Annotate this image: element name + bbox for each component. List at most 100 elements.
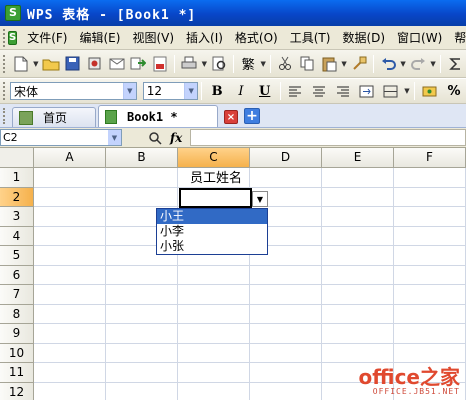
column-header-a[interactable]: A <box>34 148 106 168</box>
font-name-value: 宋体 <box>13 84 38 99</box>
formula-input[interactable] <box>190 129 466 146</box>
row-header-5[interactable]: 5 <box>0 246 34 266</box>
chevron-down-icon[interactable]: ▼ <box>32 53 40 75</box>
gridline-horizontal <box>34 264 466 266</box>
print-icon[interactable] <box>179 53 199 75</box>
name-box[interactable]: C2 ▼ <box>0 129 122 146</box>
grip-icon <box>3 54 7 73</box>
export-icon[interactable] <box>128 53 148 75</box>
sum-icon[interactable] <box>445 53 465 75</box>
menu-format[interactable]: 格式(O) <box>229 28 284 48</box>
app-menu-icon[interactable]: S <box>8 30 18 45</box>
search-icon[interactable] <box>148 131 162 145</box>
pdf-icon[interactable] <box>150 53 170 75</box>
traditional-chinese-button[interactable]: 繁 <box>238 53 258 75</box>
row-header-4[interactable]: 4 <box>0 226 34 246</box>
redo-icon[interactable] <box>408 53 428 75</box>
row-header-1[interactable]: 1 <box>0 168 34 188</box>
chevron-down-icon[interactable]: ▼ <box>184 83 198 99</box>
currency-icon[interactable] <box>419 81 441 101</box>
underline-button[interactable]: U <box>254 81 276 101</box>
dropdown-arrow-button[interactable]: ▼ <box>252 191 268 207</box>
chevron-down-icon[interactable]: ▼ <box>399 53 407 75</box>
save-icon[interactable] <box>63 53 83 75</box>
separator <box>373 54 375 73</box>
tab-home[interactable]: 首页 <box>12 107 96 127</box>
merge-center-icon[interactable] <box>356 81 378 101</box>
wps-logo-icon: S <box>5 5 21 21</box>
column-header-f[interactable]: F <box>394 148 466 168</box>
menu-edit[interactable]: 编辑(E) <box>73 28 126 48</box>
watermark-logo: office之家 <box>358 365 460 389</box>
chevron-down-icon: ▼ <box>256 194 264 204</box>
dropdown-option[interactable]: 小李 <box>157 224 267 239</box>
gridline-horizontal <box>34 323 466 324</box>
menu-bar: S 文件(F) 编辑(E) 视图(V) 插入(I) 格式(O) 工具(T) 数据… <box>0 26 466 50</box>
menu-data[interactable]: 数据(D) <box>336 28 391 48</box>
chevron-down-icon[interactable]: ▼ <box>259 53 267 75</box>
column-header-b[interactable]: B <box>106 148 178 168</box>
cell-c1[interactable]: 员工姓名 <box>180 169 252 189</box>
bold-button[interactable]: B <box>206 81 228 101</box>
format-painter-icon[interactable] <box>349 53 369 75</box>
row-header-6[interactable]: 6 <box>0 265 34 285</box>
chevron-down-icon[interactable]: ▼ <box>429 53 437 75</box>
row-header-12[interactable]: 12 <box>0 382 34 400</box>
mail-icon[interactable] <box>107 53 127 75</box>
row-header-10[interactable]: 10 <box>0 343 34 363</box>
document-tab-bar: 首页 Book1 * × + <box>0 104 466 128</box>
align-center-icon[interactable] <box>308 81 330 101</box>
column-header-e[interactable]: E <box>322 148 394 168</box>
dropdown-option[interactable]: 小王 <box>157 209 267 224</box>
site-watermark: office之家 OFFICE.JB51.NET <box>359 367 460 396</box>
insert-function-button[interactable]: fx <box>170 131 182 145</box>
standard-toolbar: ▼ ▼ 繁 ▼ ▼ ▼ ▼ <box>0 50 466 78</box>
menu-insert[interactable]: 插入(I) <box>180 28 229 48</box>
undo-icon[interactable] <box>378 53 398 75</box>
column-header-c[interactable]: C <box>178 148 250 168</box>
separator <box>414 82 416 100</box>
font-size-select[interactable]: 12 ▼ <box>142 82 199 100</box>
row-header-2[interactable]: 2 <box>0 187 34 207</box>
dropdown-option[interactable]: 小张 <box>157 239 267 254</box>
align-left-icon[interactable] <box>285 81 307 101</box>
print-preview-icon[interactable] <box>209 53 229 75</box>
separator <box>279 82 281 100</box>
title-bar: S WPS 表格 - [Book1 *] <box>0 0 466 26</box>
row-header-11[interactable]: 11 <box>0 363 34 383</box>
close-tab-icon[interactable]: × <box>224 110 238 124</box>
separator <box>440 54 442 73</box>
active-cell-c2[interactable] <box>179 188 252 208</box>
chevron-down-icon[interactable]: ▼ <box>108 130 121 145</box>
font-name-select[interactable]: 宋体 ▼ <box>9 82 137 100</box>
italic-button[interactable]: I <box>230 81 252 101</box>
paste-icon[interactable] <box>319 53 339 75</box>
menu-help[interactable]: 帮助 <box>448 28 466 48</box>
gridline-horizontal <box>34 342 466 344</box>
permission-icon[interactable] <box>85 53 105 75</box>
chevron-down-icon[interactable]: ▼ <box>200 53 208 75</box>
select-all-corner[interactable] <box>0 148 34 168</box>
menu-window[interactable]: 窗口(W) <box>391 28 448 48</box>
new-file-icon[interactable] <box>11 53 31 75</box>
open-folder-icon[interactable] <box>41 53 61 75</box>
border-icon[interactable] <box>380 81 402 101</box>
tab-book1[interactable]: Book1 * <box>98 105 218 127</box>
align-right-icon[interactable] <box>332 81 354 101</box>
menu-tools[interactable]: 工具(T) <box>284 28 337 48</box>
row-header-9[interactable]: 9 <box>0 324 34 344</box>
cut-icon[interactable] <box>275 53 295 75</box>
row-header-7[interactable]: 7 <box>0 285 34 305</box>
row-header-8[interactable]: 8 <box>0 304 34 324</box>
column-header-d[interactable]: D <box>250 148 322 168</box>
menu-view[interactable]: 视图(V) <box>126 28 180 48</box>
watermark-url: OFFICE.JB51.NET <box>372 387 460 396</box>
chevron-down-icon[interactable]: ▼ <box>122 83 136 99</box>
chevron-down-icon[interactable]: ▼ <box>402 80 411 102</box>
percent-button[interactable]: % <box>443 81 465 101</box>
chevron-down-icon[interactable]: ▼ <box>340 53 348 75</box>
copy-icon[interactable] <box>297 53 317 75</box>
new-tab-icon[interactable]: + <box>244 108 260 124</box>
menu-file[interactable]: 文件(F) <box>21 28 73 48</box>
row-header-3[interactable]: 3 <box>0 207 34 227</box>
